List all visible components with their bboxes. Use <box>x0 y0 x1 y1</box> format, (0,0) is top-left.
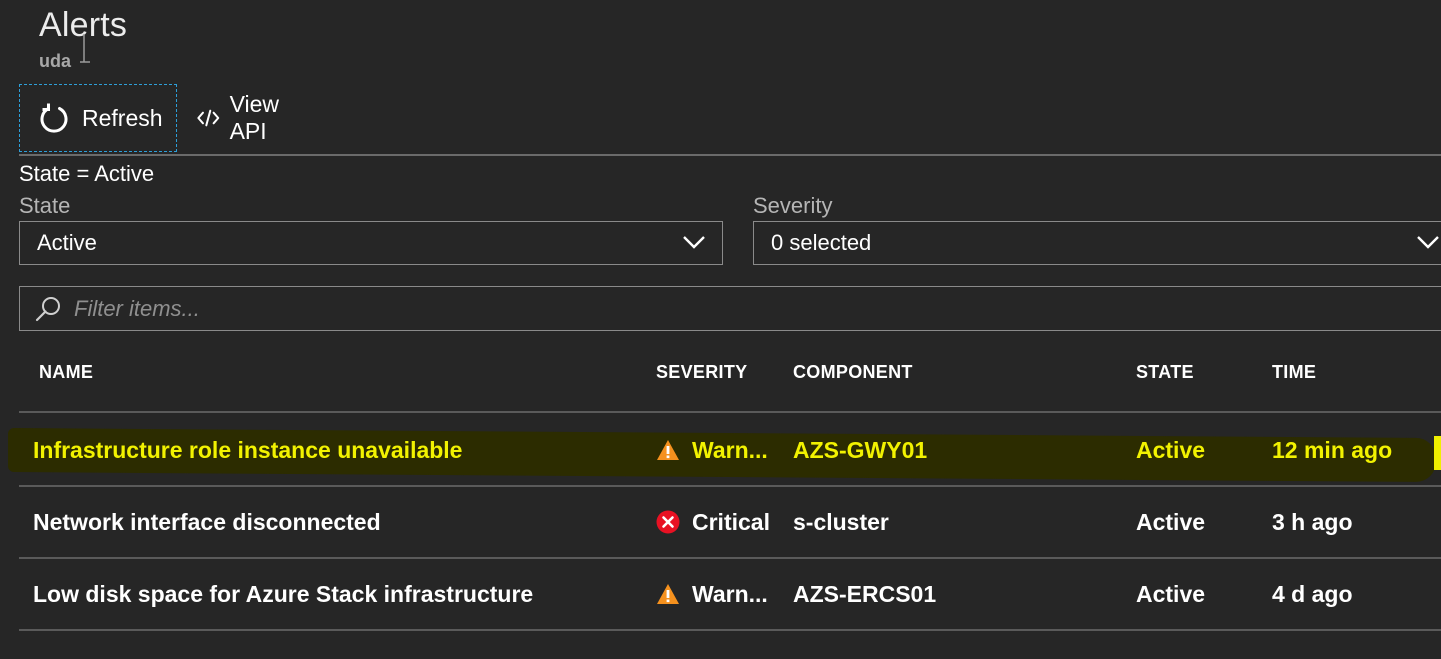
code-icon <box>197 109 220 127</box>
table-row[interactable]: Network interface disconnected Critical … <box>19 487 1441 559</box>
alert-severity-label: Critical <box>692 508 770 535</box>
alert-name: Network interface disconnected <box>33 508 381 535</box>
alert-time: 4 d ago <box>1272 580 1353 607</box>
chevron-down-icon <box>1417 236 1439 249</box>
text-cursor-icon <box>80 34 90 63</box>
header-divider <box>19 411 1441 413</box>
alert-severity: Critical <box>656 487 770 557</box>
view-api-button[interactable]: View API <box>197 84 290 152</box>
alert-state: Active <box>1136 436 1206 463</box>
warning-icon <box>656 439 680 461</box>
state-filter-value: Active <box>37 230 97 255</box>
refresh-icon <box>40 103 68 133</box>
table-row[interactable]: Infrastructure role instance unavailable… <box>19 415 1441 487</box>
alert-severity-label: Warn... <box>692 436 768 463</box>
column-header-time[interactable]: TIME <box>1272 362 1316 383</box>
alert-component: s-cluster <box>793 508 889 535</box>
critical-icon <box>656 510 680 534</box>
alert-component: AZS-ERCS01 <box>793 580 937 607</box>
column-header-state[interactable]: STATE <box>1136 362 1194 383</box>
alert-severity-label: Warn... <box>692 580 768 607</box>
state-filter-dropdown[interactable]: Active <box>19 221 723 265</box>
alert-component: AZS-GWY01 <box>793 436 928 463</box>
view-api-button-label: View API <box>229 91 280 144</box>
severity-filter-value: 0 selected <box>771 230 872 255</box>
alert-severity: Warn... <box>656 559 768 629</box>
alert-name: Infrastructure role instance unavailable <box>33 436 463 463</box>
alert-state: Active <box>1136 580 1206 607</box>
alert-time: 12 min ago <box>1272 436 1393 463</box>
warning-icon <box>656 583 680 605</box>
column-header-name[interactable]: NAME <box>39 362 93 383</box>
alert-time: 3 h ago <box>1272 508 1353 535</box>
chevron-down-icon <box>683 236 705 249</box>
table-row[interactable]: Low disk space for Azure Stack infrastru… <box>19 559 1441 631</box>
filter-summary: State = Active <box>19 161 155 186</box>
alert-state: Active <box>1136 508 1206 535</box>
refresh-button-label: Refresh <box>82 104 163 131</box>
row-divider <box>19 629 1441 631</box>
state-filter-label: State <box>19 193 71 218</box>
alerts-blade: Alerts uda Refresh View API State = Acti… <box>0 0 1441 659</box>
alert-severity: Warn... <box>656 415 768 485</box>
filter-search-input[interactable] <box>72 294 1376 323</box>
filter-search-box[interactable] <box>19 286 1441 331</box>
severity-filter-dropdown[interactable]: 0 selected <box>753 221 1441 265</box>
alert-name: Low disk space for Azure Stack infrastru… <box>33 580 534 607</box>
column-header-component[interactable]: COMPONENT <box>793 362 913 383</box>
search-icon <box>35 296 60 321</box>
toolbar-divider <box>19 154 1441 156</box>
refresh-button[interactable]: Refresh <box>19 84 177 152</box>
column-header-severity[interactable]: SEVERITY <box>656 362 747 383</box>
blade-subtitle: uda <box>39 51 72 71</box>
severity-filter-label: Severity <box>753 193 833 218</box>
